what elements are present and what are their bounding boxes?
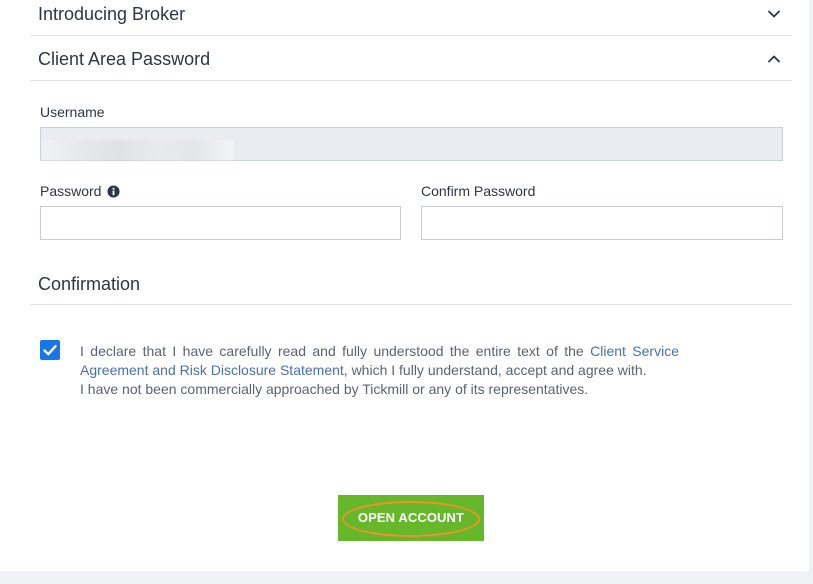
declaration-text-after: , which I fully understand, accept and a… bbox=[343, 362, 647, 378]
password-field[interactable] bbox=[40, 206, 401, 240]
username-label: Username bbox=[40, 104, 105, 120]
declaration-line-2: I have not been commercially approached … bbox=[80, 381, 589, 397]
section-client-area-password[interactable]: Client Area Password bbox=[30, 37, 792, 81]
confirm-password-field[interactable] bbox=[421, 206, 783, 240]
declaration-paragraph: I declare that I have carefully read and… bbox=[80, 342, 679, 380]
section-confirmation: Confirmation bbox=[30, 261, 792, 305]
password-label: Password bbox=[40, 183, 120, 199]
declaration-text: I declare that I have carefully read and… bbox=[80, 342, 679, 399]
chevron-up-icon[interactable] bbox=[766, 51, 782, 67]
account-form-card: Introducing Broker Client Area Password … bbox=[0, 0, 809, 571]
section-introducing-broker[interactable]: Introducing Broker bbox=[30, 0, 792, 36]
section-title-client-area-password: Client Area Password bbox=[38, 49, 211, 69]
open-account-button[interactable]: OPEN ACCOUNT bbox=[338, 495, 484, 541]
check-icon bbox=[43, 345, 57, 356]
info-icon[interactable] bbox=[107, 185, 120, 198]
section-title-introducing-broker: Introducing Broker bbox=[38, 4, 186, 24]
section-title-confirmation: Confirmation bbox=[38, 274, 141, 294]
confirm-password-label: Confirm Password bbox=[421, 183, 536, 199]
open-account-label: OPEN ACCOUNT bbox=[357, 510, 465, 525]
declaration-checkbox[interactable] bbox=[40, 340, 60, 360]
chevron-down-icon[interactable] bbox=[766, 6, 782, 22]
declaration-text-before: I declare that I have carefully read and… bbox=[80, 343, 591, 359]
password-label-text: Password bbox=[40, 183, 102, 199]
username-redacted-value bbox=[42, 140, 234, 160]
